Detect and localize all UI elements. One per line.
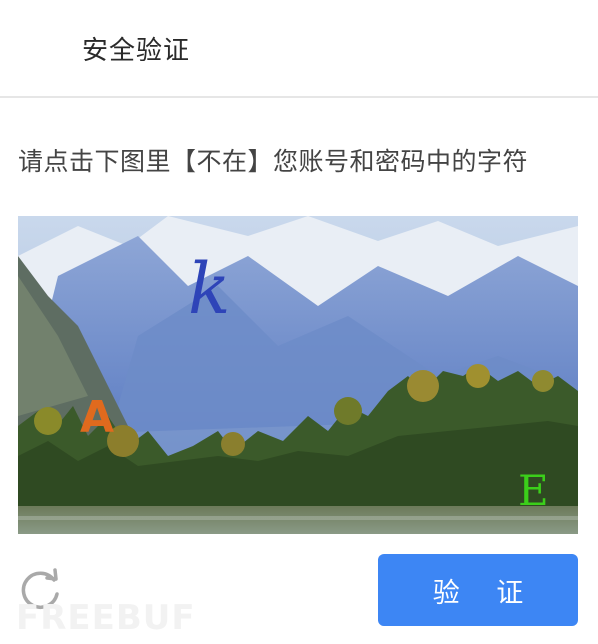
verify-button[interactable]: 验 证 [378,554,578,626]
dialog-title: 安全验证 [82,36,191,66]
captcha-instruction: 请点击下图里【不在】您账号和密码中的字符 [18,147,529,176]
landscape-image [18,216,578,534]
captcha-char-e[interactable]: E [518,470,549,512]
captcha-image[interactable]: k A E [18,216,578,534]
captcha-char-a[interactable]: A [80,396,114,440]
watermark-logo: FREEBUF [16,598,196,638]
dialog-header: 安全验证 [0,0,598,98]
captcha-char-k[interactable]: k [188,254,230,324]
